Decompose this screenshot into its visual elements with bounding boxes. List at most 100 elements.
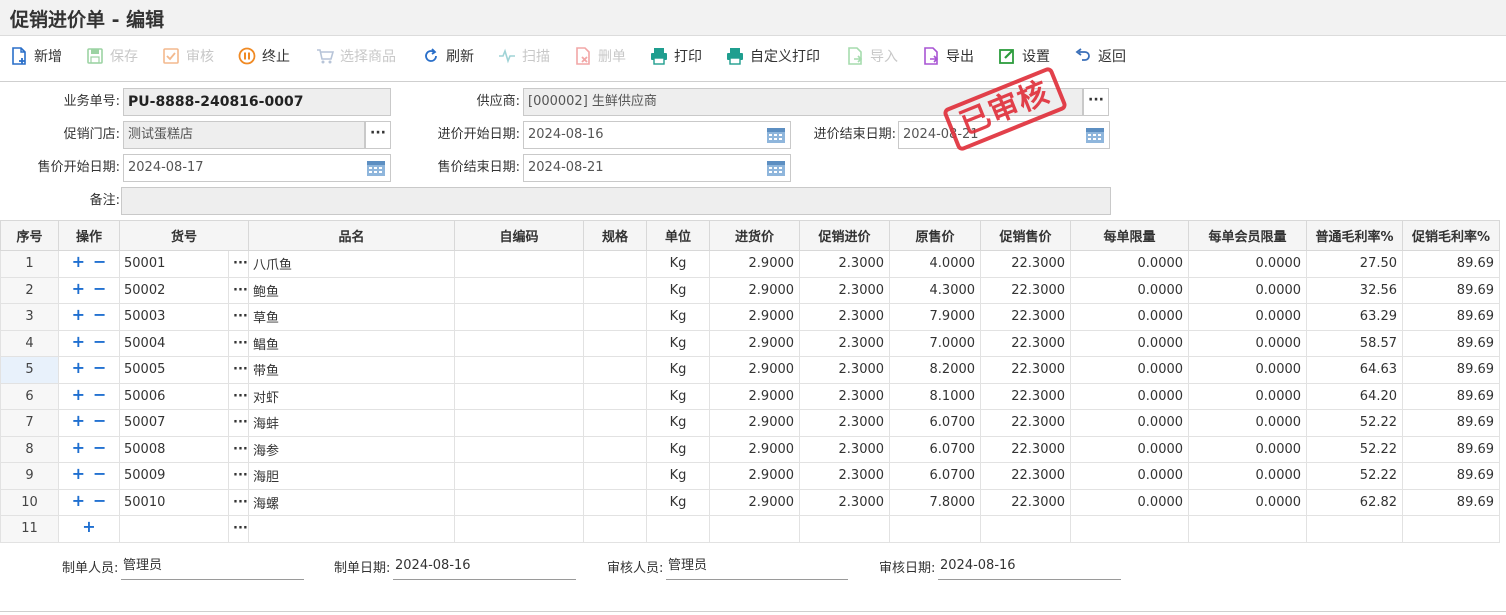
cell-cost[interactable]: 2.9000 [709, 356, 801, 384]
cell-price[interactable]: 7.8000 [889, 488, 982, 516]
cell-margin[interactable]: 58.57 [1306, 329, 1404, 357]
cell-custom-code[interactable] [454, 329, 585, 357]
remove-row-icon[interactable]: − [93, 307, 106, 323]
cell-member-limit[interactable]: 0.0000 [1188, 462, 1308, 490]
header-promo-price[interactable]: 促销售价 [980, 220, 1072, 251]
header-promo-cost[interactable]: 促销进价 [799, 220, 891, 251]
cell-cost[interactable] [709, 515, 801, 543]
cell-margin[interactable]: 62.82 [1306, 488, 1404, 516]
cell-custom-code[interactable] [454, 250, 585, 278]
cell-price[interactable]: 6.0700 [889, 462, 982, 490]
remove-row-icon[interactable]: − [93, 333, 106, 349]
created-date-field[interactable]: 2024-08-16 [393, 552, 576, 580]
cell-margin[interactable]: 64.63 [1306, 356, 1404, 384]
cell-member-limit[interactable]: 0.0000 [1188, 250, 1308, 278]
cell-member-limit[interactable]: 0.0000 [1188, 382, 1308, 410]
cell-name[interactable] [248, 515, 456, 543]
cell-unit[interactable]: Kg [646, 409, 711, 437]
cell-promo-price[interactable]: 22.3000 [980, 435, 1072, 463]
cell-cost[interactable]: 2.9000 [709, 382, 801, 410]
header-code[interactable]: 货号 [118, 220, 250, 251]
table-row[interactable]: 9 + −50009 ··· 海胆 Kg 2.9000 2.3000 6.0700 22.3000… [0, 462, 1501, 490]
cell-code[interactable]: 50001 [119, 250, 229, 278]
cell-price[interactable] [889, 515, 982, 543]
calendar-icon[interactable] [1085, 126, 1105, 144]
cell-promo-cost[interactable]: 2.3000 [799, 303, 891, 331]
add-row-icon[interactable]: + [72, 386, 85, 402]
cell-member-limit[interactable]: 0.0000 [1188, 409, 1308, 437]
cell-code-picker[interactable]: ··· [227, 435, 250, 463]
header-seq[interactable]: 序号 [0, 220, 59, 251]
cell-name[interactable]: 海参 [248, 435, 456, 463]
cell-code-picker[interactable]: ··· [227, 409, 250, 437]
cell-member-limit[interactable] [1188, 515, 1308, 543]
cell-promo-margin[interactable] [1402, 515, 1501, 543]
settings-button[interactable]: 设置 [998, 45, 1050, 67]
cell-member-limit[interactable]: 0.0000 [1188, 435, 1308, 463]
cell-limit[interactable]: 0.0000 [1070, 409, 1190, 437]
cell-custom-code[interactable] [454, 382, 585, 410]
header-op[interactable]: 操作 [58, 220, 120, 251]
cell-limit[interactable]: 0.0000 [1070, 435, 1190, 463]
save-button[interactable]: 保存 [86, 45, 138, 67]
header-price[interactable]: 原售价 [889, 220, 982, 251]
cell-name[interactable]: 海胆 [248, 462, 456, 490]
cell-member-limit[interactable]: 0.0000 [1188, 488, 1308, 516]
cell-code-picker[interactable]: ··· [227, 276, 250, 304]
cell-name[interactable]: 对虾 [248, 382, 456, 410]
cell-promo-cost[interactable]: 2.3000 [799, 356, 891, 384]
audit-button[interactable]: 审核 [162, 45, 214, 67]
cell-unit[interactable]: Kg [646, 435, 711, 463]
cell-margin[interactable] [1306, 515, 1404, 543]
cell-unit[interactable]: Kg [646, 329, 711, 357]
table-row[interactable]: 4 + −50004 ··· 鲳鱼 Kg 2.9000 2.3000 7.0000 22.3000… [0, 329, 1501, 357]
cell-limit[interactable]: 0.0000 [1070, 250, 1190, 278]
new-button[interactable]: 新增 [10, 45, 62, 67]
creator-field[interactable]: 管理员 [121, 552, 304, 580]
cell-price[interactable]: 4.0000 [889, 250, 982, 278]
cell-margin[interactable]: 52.22 [1306, 462, 1404, 490]
cell-spec[interactable] [583, 250, 648, 278]
table-row[interactable]: 7 + −50007 ··· 海蚌 Kg 2.9000 2.3000 6.0700 22.3000… [0, 409, 1501, 437]
cell-custom-code[interactable] [454, 303, 585, 331]
cell-spec[interactable] [583, 409, 648, 437]
cell-unit[interactable]: Kg [646, 488, 711, 516]
cell-spec[interactable] [583, 515, 648, 543]
cell-code-picker[interactable]: ··· [227, 329, 250, 357]
cell-spec[interactable] [583, 462, 648, 490]
cell-promo-cost[interactable]: 2.3000 [799, 382, 891, 410]
header-name[interactable]: 品名 [248, 220, 456, 251]
cell-cost[interactable]: 2.9000 [709, 250, 801, 278]
table-row[interactable]: 5 + −50005 ··· 带鱼 Kg 2.9000 2.3000 8.2000 22.3000… [0, 356, 1501, 384]
cell-limit[interactable]: 0.0000 [1070, 303, 1190, 331]
cell-promo-price[interactable]: 22.3000 [980, 409, 1072, 437]
auditor-field[interactable]: 管理员 [666, 552, 848, 580]
table-row[interactable]: 6 + −50006 ··· 对虾 Kg 2.9000 2.3000 8.1000 22.3000… [0, 382, 1501, 410]
cell-promo-margin[interactable]: 89.69 [1402, 303, 1501, 331]
table-row[interactable]: 1 + −50001 ··· 八爪鱼 Kg 2.9000 2.3000 4.0000 22.300… [0, 250, 1501, 278]
cell-spec[interactable] [583, 303, 648, 331]
add-row-icon[interactable]: + [72, 254, 85, 270]
cell-member-limit[interactable]: 0.0000 [1188, 303, 1308, 331]
cell-promo-price[interactable]: 22.3000 [980, 488, 1072, 516]
cell-cost[interactable]: 2.9000 [709, 435, 801, 463]
cell-margin[interactable]: 63.29 [1306, 303, 1404, 331]
back-button[interactable]: 返回 [1074, 45, 1126, 67]
cell-promo-margin[interactable]: 89.69 [1402, 488, 1501, 516]
cell-promo-price[interactable]: 22.3000 [980, 250, 1072, 278]
cell-code[interactable]: 50010 [119, 488, 229, 516]
cell-promo-price[interactable]: 22.3000 [980, 329, 1072, 357]
select-goods-button[interactable]: 选择商品 [316, 45, 396, 67]
table-row[interactable]: 8 + −50008 ··· 海参 Kg 2.9000 2.3000 6.0700 22.3000… [0, 435, 1501, 463]
cell-custom-code[interactable] [454, 356, 585, 384]
remove-row-icon[interactable]: − [93, 386, 106, 402]
delete-order-button[interactable]: 删单 [574, 45, 626, 67]
cell-cost[interactable]: 2.9000 [709, 276, 801, 304]
cell-code-picker[interactable]: ··· [227, 250, 250, 278]
add-row-icon[interactable]: + [72, 307, 85, 323]
cell-promo-cost[interactable]: 2.3000 [799, 329, 891, 357]
header-unit[interactable]: 单位 [646, 220, 711, 251]
cell-promo-cost[interactable]: 2.3000 [799, 250, 891, 278]
calendar-icon[interactable] [766, 126, 786, 144]
header-spec[interactable]: 规格 [583, 220, 648, 251]
